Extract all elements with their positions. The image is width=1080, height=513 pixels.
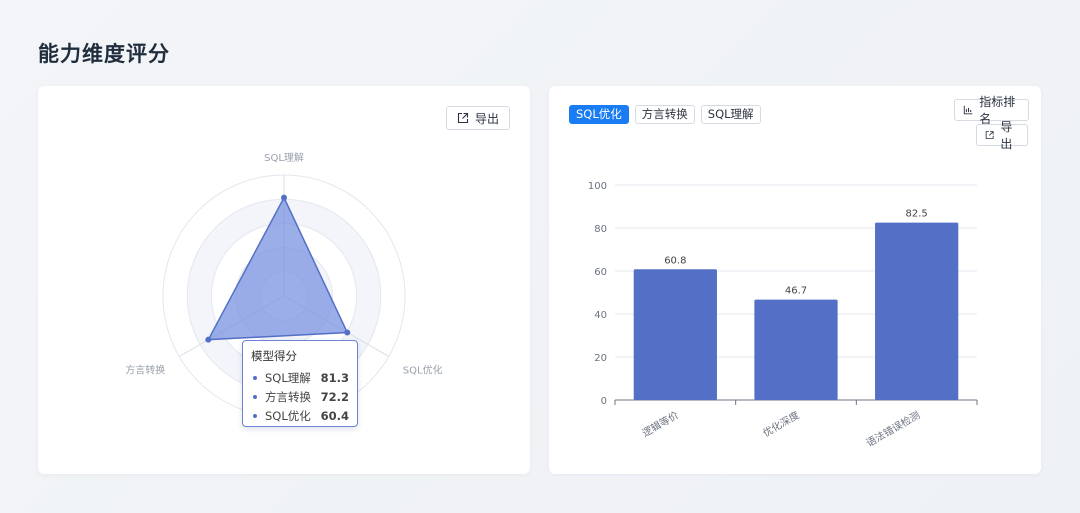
series-dot-icon — [253, 375, 257, 380]
radar-card: 导出 SQL理解 SQL优化 方言转换 模型得分 SQL理解 81.3 方言转换 7… — [38, 86, 530, 474]
radar-indicator-label: SQL优化 — [403, 364, 443, 377]
y-tick-label: 100 — [588, 181, 607, 192]
tooltip-label: SQL优化 — [265, 408, 311, 423]
bar-data-label: 46.7 — [785, 286, 807, 297]
bar — [633, 269, 717, 400]
y-tick-label: 60 — [594, 267, 607, 278]
y-tick-label: 0 — [601, 396, 607, 407]
tooltip-label: SQL理解 — [265, 370, 311, 385]
tooltip-row: SQL理解 81.3 — [251, 368, 349, 387]
radar-indicator-label: SQL理解 — [264, 151, 304, 164]
series-dot-icon — [253, 413, 257, 418]
radar-tooltip: 模型得分 SQL理解 81.3 方言转换 72.2 SQL优化 60.4 — [242, 340, 358, 427]
tooltip-value: 72.2 — [320, 389, 349, 404]
tooltip-value: 60.4 — [320, 408, 349, 423]
y-tick-label: 20 — [594, 353, 607, 364]
radar-indicator-label: 方言转换 — [125, 364, 165, 377]
tooltip-row: SQL优化 60.4 — [251, 406, 349, 425]
bar-chart: 0 20 40 60 80 100 60.8 逻辑等价 46.7 优化深度 82.5 语法错误检测 — [588, 181, 978, 450]
y-tick-label: 80 — [594, 224, 607, 235]
radar-point — [344, 329, 351, 336]
y-tick-label: 40 — [594, 310, 607, 321]
bar-data-label: 82.5 — [906, 209, 928, 220]
tooltip-value: 81.3 — [320, 370, 349, 385]
tooltip-title: 模型得分 — [251, 349, 297, 363]
x-tick-label: 逻辑等价 — [640, 408, 681, 439]
radar-point — [205, 336, 212, 343]
tooltip-row: 方言转换 72.2 — [251, 387, 349, 406]
bar-card: SQL优化 方言转换 SQL理解 指标排名 导出 0 20 40 60 80 100 60.… — [549, 86, 1041, 474]
radar-point — [281, 194, 287, 201]
bar-data-label: 60.8 — [664, 255, 686, 266]
bar — [875, 222, 959, 400]
series-dot-icon — [253, 394, 257, 399]
page-title: 能力维度评分 — [38, 42, 170, 66]
x-tick-label: 优化深度 — [760, 408, 801, 439]
bar — [754, 299, 838, 400]
x-tick-label: 语法错误检测 — [864, 408, 922, 449]
tooltip-label: 方言转换 — [265, 389, 311, 404]
